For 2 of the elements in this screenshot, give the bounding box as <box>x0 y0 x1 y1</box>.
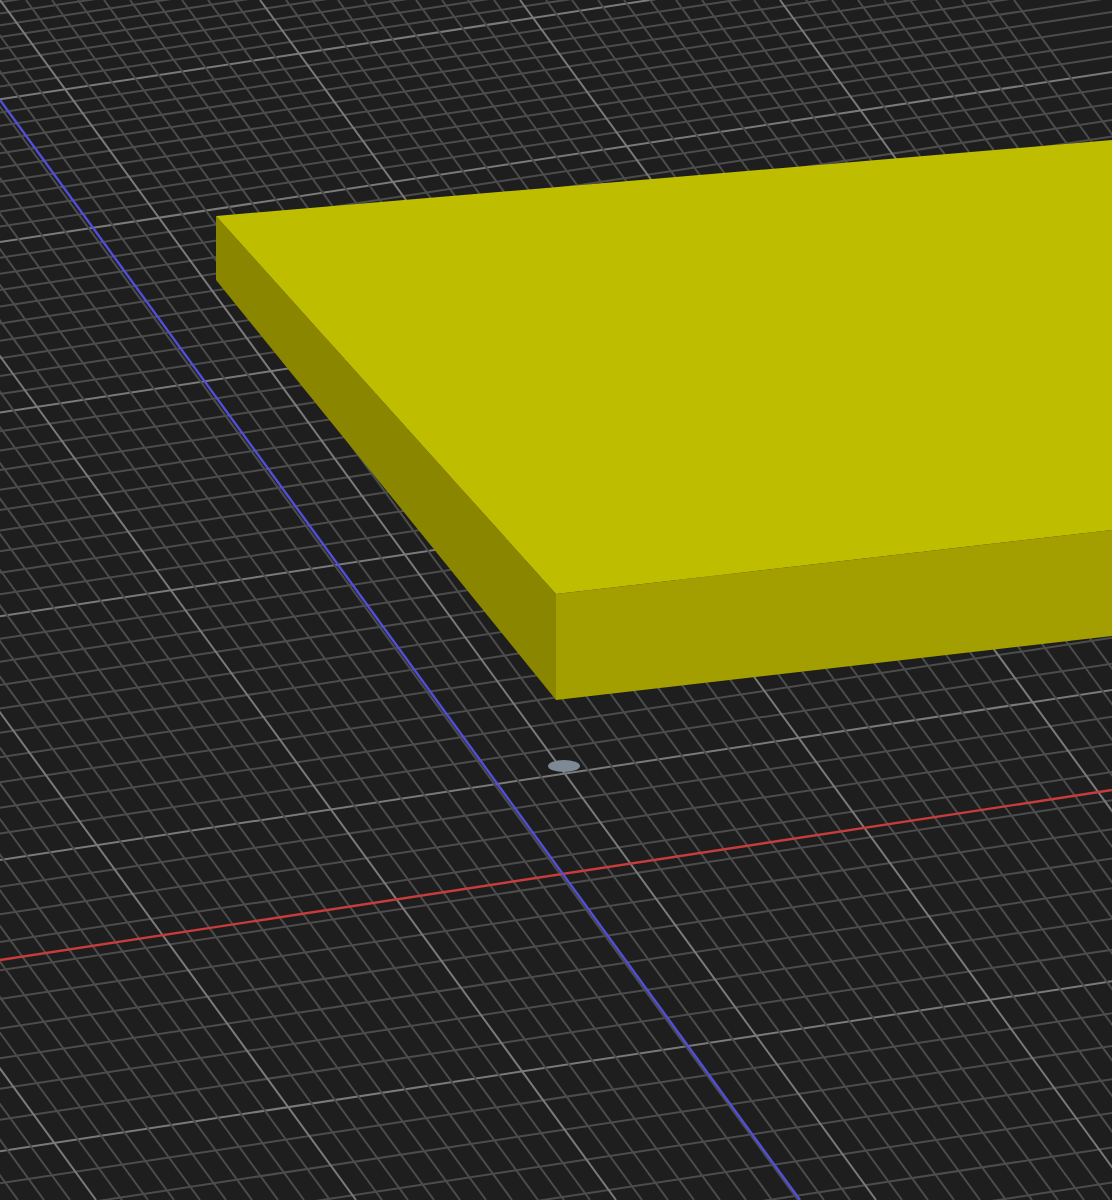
box-drawing[interactable] <box>216 140 1112 700</box>
origin-marker-icon[interactable] <box>548 760 580 772</box>
